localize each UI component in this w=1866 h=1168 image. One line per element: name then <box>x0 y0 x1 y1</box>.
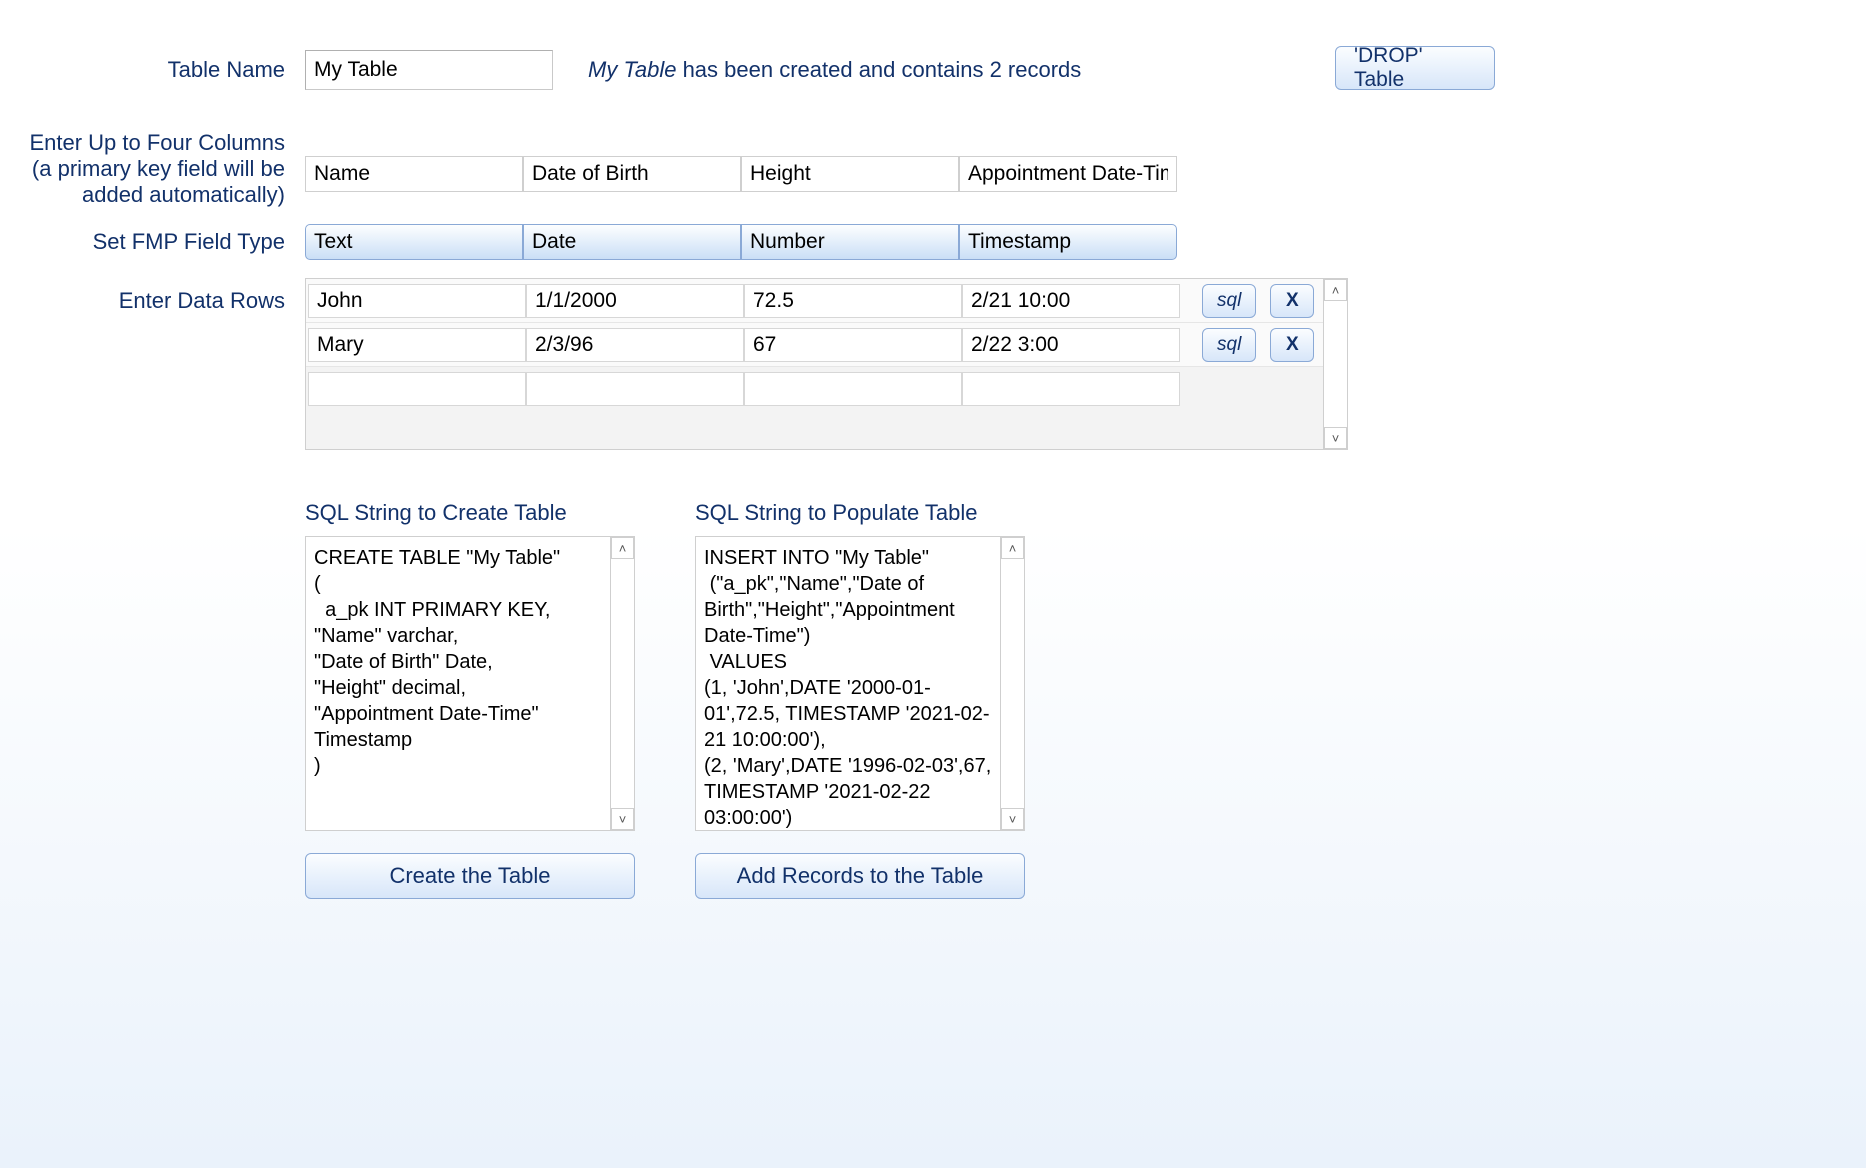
cell-input-r2-c1[interactable] <box>526 372 744 406</box>
status-message: My Table has been created and contains 2… <box>588 57 1081 83</box>
scroll-down-icon[interactable]: ˅ <box>1324 427 1347 449</box>
label-field-type: Set FMP Field Type <box>15 229 305 255</box>
column-name-4[interactable] <box>959 156 1177 192</box>
scroll-up-icon[interactable]: ˄ <box>1001 537 1024 559</box>
cell-input-r1-c2[interactable] <box>744 328 962 362</box>
cell-input-r0-c3[interactable] <box>962 284 1180 318</box>
status-rest: has been created and contains 2 records <box>676 57 1081 82</box>
cell-input-r2-c0[interactable] <box>308 372 526 406</box>
data-row <box>306 367 1323 411</box>
scroll-track[interactable] <box>1324 301 1347 427</box>
scroll-down-icon[interactable]: ˅ <box>1001 808 1024 830</box>
data-rows-panel: sql Xsql X ˄ ˅ <box>305 278 1348 450</box>
data-scrollbar[interactable]: ˄ ˅ <box>1323 279 1347 449</box>
sql-populate-title: SQL String to Populate Table <box>695 500 1025 526</box>
sql-create-title: SQL String to Create Table <box>305 500 635 526</box>
sql-create-scrollbar[interactable]: ˄ ˅ <box>610 537 634 830</box>
table-name-input[interactable] <box>305 50 553 90</box>
cell-input-r1-c1[interactable] <box>526 328 744 362</box>
field-type-3[interactable]: Number <box>741 224 959 260</box>
field-type-4[interactable]: Timestamp <box>959 224 1177 260</box>
column-name-1[interactable] <box>305 156 523 192</box>
scroll-down-icon[interactable]: ˅ <box>611 808 634 830</box>
cell-input-r0-c1[interactable] <box>526 284 744 318</box>
row-sql-button[interactable]: sql <box>1202 328 1256 362</box>
scroll-up-icon[interactable]: ˄ <box>1324 279 1347 301</box>
label-columns-note: (a primary key field will be added autom… <box>15 156 285 208</box>
cell-input-r2-c2[interactable] <box>744 372 962 406</box>
cell-input-r1-c3[interactable] <box>962 328 1180 362</box>
field-type-1[interactable]: Text <box>305 224 523 260</box>
drop-table-button[interactable]: 'DROP' Table <box>1335 46 1495 90</box>
status-table-name: My Table <box>588 57 676 82</box>
sql-populate-scrollbar[interactable]: ˄ ˅ <box>1000 537 1024 830</box>
add-records-button[interactable]: Add Records to the Table <box>695 853 1025 899</box>
label-table-name: Table Name <box>15 57 305 83</box>
cell-input-r0-c2[interactable] <box>744 284 962 318</box>
scroll-track[interactable] <box>1001 559 1024 808</box>
data-row: sql X <box>306 323 1323 367</box>
cell-input-r0-c0[interactable] <box>308 284 526 318</box>
row-delete-button[interactable]: X <box>1270 284 1314 318</box>
sql-populate-textarea[interactable] <box>696 537 1000 830</box>
row-sql-button[interactable]: sql <box>1202 284 1256 318</box>
row-delete-button[interactable]: X <box>1270 328 1314 362</box>
column-name-2[interactable] <box>523 156 741 192</box>
cell-input-r1-c0[interactable] <box>308 328 526 362</box>
field-type-2[interactable]: Date <box>523 224 741 260</box>
sql-create-textarea[interactable] <box>306 537 610 830</box>
data-row: sql X <box>306 279 1323 323</box>
label-columns: Enter Up to Four Columns <box>15 130 285 156</box>
cell-input-r2-c3[interactable] <box>962 372 1180 406</box>
create-table-button[interactable]: Create the Table <box>305 853 635 899</box>
column-name-3[interactable] <box>741 156 959 192</box>
scroll-track[interactable] <box>611 559 634 808</box>
scroll-up-icon[interactable]: ˄ <box>611 537 634 559</box>
label-data-rows: Enter Data Rows <box>15 278 305 314</box>
